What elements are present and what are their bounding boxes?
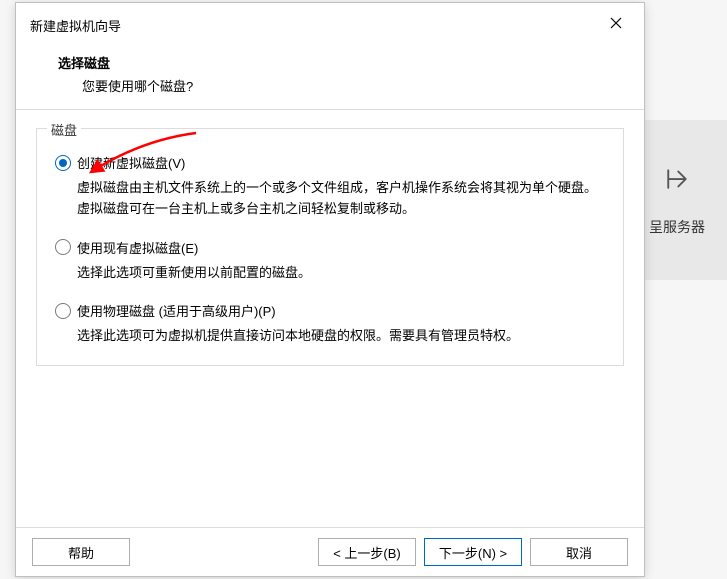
header-subtitle: 您要使用哪个磁盘? [58, 76, 614, 95]
background-label: 呈服务器 [649, 217, 705, 237]
dialog-footer: 帮助 < 上一步(B) 下一步(N) > 取消 [16, 527, 644, 576]
next-button[interactable]: 下一步(N) > [424, 538, 522, 566]
option-description: 选择此选项可重新使用以前配置的磁盘。 [55, 263, 605, 284]
option-description: 选择此选项可为虚拟机提供直接访问本地硬盘的权限。需要具有管理员特权。 [55, 326, 605, 347]
back-button[interactable]: < 上一步(B) [318, 538, 416, 566]
option-label: 创建新虚拟磁盘(V) [77, 153, 185, 172]
dialog-title: 新建虚拟机向导 [30, 16, 121, 35]
dialog-content: 磁盘 创建新虚拟磁盘(V) 虚拟磁盘由主机文件系统上的一个或多个文件组成，客户机… [16, 110, 644, 527]
option-label: 使用物理磁盘 (适用于高级用户)(P) [77, 301, 276, 320]
header-title: 选择磁盘 [58, 53, 614, 72]
option-label: 使用现有虚拟磁盘(E) [77, 238, 198, 257]
cancel-button[interactable]: 取消 [530, 538, 628, 566]
radio-use-existing-disk[interactable] [55, 239, 71, 255]
option-use-existing-disk: 使用现有虚拟磁盘(E) 选择此选项可重新使用以前配置的磁盘。 [55, 238, 605, 284]
radio-use-physical-disk[interactable] [55, 303, 71, 319]
radio-create-new-disk[interactable] [55, 155, 71, 171]
titlebar: 新建虚拟机向导 [16, 3, 644, 45]
close-icon [610, 16, 622, 34]
close-button[interactable] [598, 11, 634, 39]
disk-fieldset: 磁盘 创建新虚拟磁盘(V) 虚拟磁盘由主机文件系统上的一个或多个文件组成，客户机… [36, 128, 624, 366]
option-use-physical-disk: 使用物理磁盘 (适用于高级用户)(P) 选择此选项可为虚拟机提供直接访问本地硬盘… [55, 301, 605, 347]
arrow-right-icon [662, 164, 692, 197]
dialog-header: 选择磁盘 您要使用哪个磁盘? [16, 45, 644, 109]
fieldset-legend: 磁盘 [47, 120, 81, 139]
option-description: 虚拟磁盘由主机文件系统上的一个或多个文件组成，客户机操作系统会将其视为单个硬盘。… [55, 178, 605, 220]
option-row[interactable]: 使用现有虚拟磁盘(E) [55, 238, 605, 257]
help-button[interactable]: 帮助 [32, 538, 130, 566]
option-row[interactable]: 创建新虚拟磁盘(V) [55, 153, 605, 172]
option-create-new-disk: 创建新虚拟磁盘(V) 虚拟磁盘由主机文件系统上的一个或多个文件组成，客户机操作系… [55, 153, 605, 220]
option-row[interactable]: 使用物理磁盘 (适用于高级用户)(P) [55, 301, 605, 320]
wizard-dialog: 新建虚拟机向导 选择磁盘 您要使用哪个磁盘? 磁盘 创建新虚 [15, 2, 645, 577]
